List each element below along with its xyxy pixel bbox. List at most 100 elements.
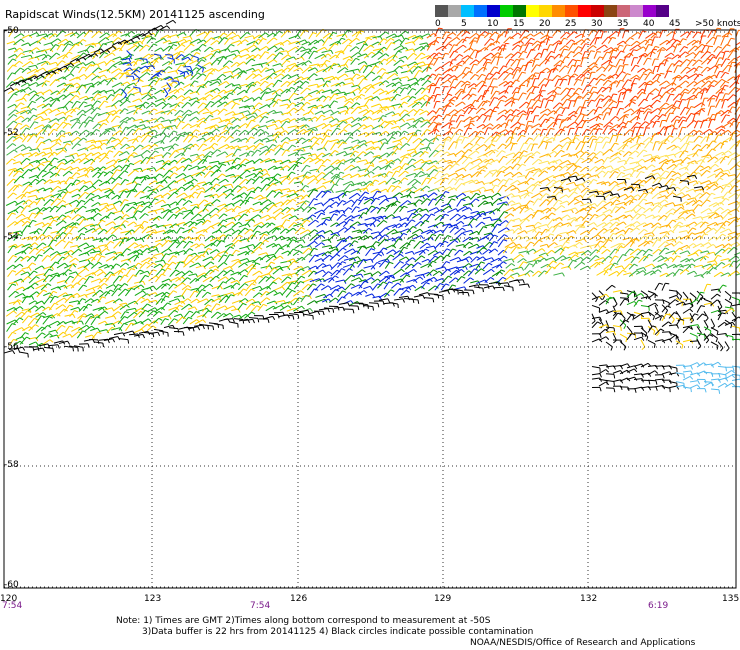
wind-barb-tick xyxy=(439,107,444,110)
wind-barb-tick xyxy=(71,155,75,160)
wind-barb-tick xyxy=(354,150,359,154)
wind-barb-tick xyxy=(174,143,179,147)
wind-barb xyxy=(133,167,141,171)
wind-barb-tick xyxy=(330,50,334,55)
wind-barb xyxy=(630,64,636,72)
wind-barb-tick xyxy=(103,74,108,79)
wind-barb-tick xyxy=(77,90,81,95)
wind-barb-tick xyxy=(69,65,74,68)
wind-barb xyxy=(589,128,595,136)
wind-barb xyxy=(231,118,238,124)
wind-barb-tick xyxy=(85,129,90,133)
wind-barb xyxy=(64,166,71,171)
wind-barb xyxy=(434,77,441,87)
wind-barb-tick xyxy=(133,151,138,155)
wind-barb xyxy=(503,36,511,44)
wind-barb-tick xyxy=(607,107,612,110)
wind-barb-tick xyxy=(221,135,226,139)
wind-barb xyxy=(350,52,359,59)
wind-barb-tick xyxy=(69,100,74,104)
wind-barb xyxy=(190,100,197,107)
wind-barb xyxy=(364,151,372,157)
wind-barb-tick xyxy=(433,192,438,196)
wind-barb-tick xyxy=(307,171,312,174)
wind-barb-tick xyxy=(598,128,603,130)
wind-barb-tick xyxy=(574,73,579,77)
wind-barb xyxy=(348,192,358,200)
wind-barb-tick xyxy=(230,126,235,129)
wind-barb xyxy=(281,149,287,157)
wind-barb xyxy=(78,95,87,100)
wind-barb xyxy=(126,128,133,137)
wind-barb-tick xyxy=(528,42,533,45)
wind-barb xyxy=(245,160,253,165)
wind-barb-tick xyxy=(235,102,240,106)
wind-barb xyxy=(50,38,59,44)
wind-barb-tick xyxy=(578,126,583,129)
wind-barb xyxy=(154,78,161,86)
wind-barb xyxy=(260,184,267,193)
wind-barb xyxy=(231,67,239,73)
wind-barb-tick xyxy=(585,119,590,122)
wind-barb-tick xyxy=(516,163,521,167)
wind-barb xyxy=(336,73,346,80)
wind-barb-tick xyxy=(118,176,123,180)
wind-barb-tick xyxy=(54,157,59,161)
wind-barb-tick xyxy=(661,177,667,180)
wind-barb-tick xyxy=(491,143,496,147)
wind-barb xyxy=(210,117,220,121)
wind-barb-tick xyxy=(575,92,580,96)
wind-barb-tick xyxy=(701,108,706,113)
wind-barb-tick xyxy=(382,108,387,112)
wind-barb xyxy=(69,95,77,102)
wind-barb-tick xyxy=(291,171,296,175)
wind-barb xyxy=(693,80,702,87)
wind-barb-tick xyxy=(450,102,455,106)
wind-barb xyxy=(413,70,420,79)
wind-barb-tick xyxy=(612,128,617,132)
wind-barb-tick xyxy=(222,73,227,78)
wind-barb-tick xyxy=(299,67,304,72)
wind-barb-tick xyxy=(197,72,202,76)
wind-barb-tick xyxy=(580,150,585,154)
wind-barb-tick xyxy=(483,186,487,191)
wind-barb-tick xyxy=(469,56,474,60)
wind-barb-tick xyxy=(227,48,231,53)
wind-barb-tick xyxy=(537,99,542,102)
wind-barb-tick xyxy=(222,163,227,166)
wind-barb xyxy=(455,150,462,156)
wind-barb-tick xyxy=(47,54,52,58)
wind-barb-tick xyxy=(515,91,520,94)
wind-barb xyxy=(260,177,268,184)
wind-barb-tick xyxy=(85,157,90,161)
wind-barb-tick xyxy=(611,56,617,58)
wind-barb xyxy=(281,59,287,67)
wind-barb xyxy=(120,179,126,186)
wind-barb-tick xyxy=(398,143,403,146)
wind-barb-tick xyxy=(216,87,221,92)
wind-barb-tick xyxy=(577,165,582,169)
wind-barb-tick xyxy=(447,36,452,39)
wind-barb xyxy=(455,101,463,107)
wind-barb xyxy=(294,29,302,39)
wind-barb xyxy=(693,165,701,173)
wind-barb xyxy=(350,73,357,81)
wind-barb-tick xyxy=(459,178,464,181)
wind-barb-tick xyxy=(214,142,219,146)
wind-barb-tick xyxy=(384,138,389,143)
wind-barb xyxy=(279,103,288,107)
wind-barb xyxy=(71,193,79,198)
wind-barb-tick xyxy=(137,107,142,111)
wind-barb xyxy=(176,157,184,165)
wind-barb xyxy=(183,74,192,79)
wind-barb xyxy=(497,109,506,115)
wind-barb-tick xyxy=(45,80,50,83)
wind-barb-tick xyxy=(620,79,625,82)
wind-barb xyxy=(265,59,275,66)
wind-barb xyxy=(112,130,121,137)
wind-barb-tick xyxy=(720,185,724,190)
wind-barb xyxy=(454,80,462,89)
wind-barb xyxy=(392,165,400,171)
wind-barb xyxy=(574,33,582,39)
wind-barb xyxy=(280,120,287,128)
